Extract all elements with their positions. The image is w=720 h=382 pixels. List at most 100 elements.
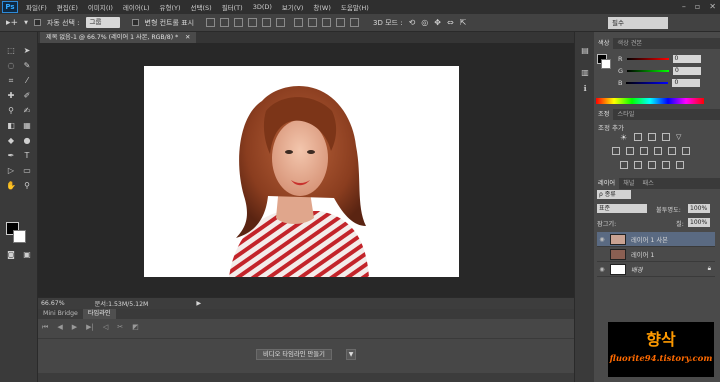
zoom-tool-icon[interactable]: ⚲ [21,181,33,191]
tab-paths[interactable]: 패스 [638,178,657,189]
tab-swatches[interactable]: 색상 견본 [613,38,646,49]
layer-row[interactable]: ◉ 배경 🔒︎ [597,262,715,277]
menu-3d[interactable]: 3D(D) [248,3,277,11]
visibility-eye-icon[interactable]: ◉ [597,266,607,273]
history-icon[interactable]: ▤ [579,46,591,56]
chevron-down-icon[interactable]: ▼ [24,20,28,26]
auto-select-dropdown[interactable]: 그룹 [85,17,120,28]
transform-controls-checkbox[interactable] [131,19,139,26]
red-value[interactable]: 0 [672,54,701,63]
green-slider[interactable] [627,69,670,72]
3d-drag-icon[interactable]: ✥ [434,18,441,27]
menu-window[interactable]: 창(W) [308,2,335,12]
green-value[interactable]: 0 [673,66,702,75]
color-balance-icon[interactable] [626,147,634,155]
gradient-tool-icon[interactable]: ▦ [21,121,33,131]
visibility-eye-icon[interactable]: ◉ [597,236,607,243]
close-icon[interactable]: ✕ [185,34,190,41]
blur-tool-icon[interactable]: ◆ [5,136,17,146]
menu-edit[interactable]: 편집(E) [52,2,83,12]
marquee-tool-icon[interactable]: ⬚ [5,46,17,56]
background-color-swatch[interactable] [13,230,26,243]
menu-select[interactable]: 선택(S) [186,2,217,12]
black-white-icon[interactable] [640,147,648,155]
invert-icon[interactable] [620,161,628,169]
menu-layer[interactable]: 레이어(L) [118,2,155,12]
tab-styles[interactable]: 스타일 [613,109,638,120]
menu-help[interactable]: 도움말(H) [336,2,374,12]
lasso-tool-icon[interactable]: ◌ [5,61,17,71]
layer-row[interactable]: ◉ 레이어 1 사본 [597,232,715,247]
align-bottom-icon[interactable] [234,18,244,27]
tab-color[interactable]: 색상 [594,38,614,49]
align-middle-icon[interactable] [220,18,230,27]
eraser-icon[interactable]: ◧ [5,121,17,131]
distribute-icon[interactable] [308,18,318,27]
brightness-icon[interactable]: ☀ [620,133,628,142]
quick-mask-icon[interactable]: ◙ [5,250,17,260]
distribute-icon[interactable] [336,18,346,27]
type-tool-icon[interactable]: T [21,151,33,161]
menu-file[interactable]: 파일(F) [21,2,52,12]
layer-name[interactable]: 배경 [631,265,643,274]
hue-saturation-icon[interactable] [612,147,620,155]
fill-input[interactable]: 100% [688,218,710,227]
document-canvas[interactable] [144,66,459,277]
audio-icon[interactable]: ◁ [103,323,108,332]
layer-row[interactable]: 레이어 1 [597,247,715,262]
vibrance-icon[interactable]: ▽ [676,133,684,141]
quick-select-icon[interactable]: ✎ [21,61,33,71]
menu-view[interactable]: 보기(V) [277,2,308,12]
exposure-icon[interactable] [662,133,670,141]
channel-mixer-icon[interactable] [668,147,676,155]
tab-mini-bridge[interactable]: Mini Bridge [38,309,83,319]
canvas-area[interactable] [38,43,574,297]
close-icon[interactable]: ✕ [709,2,716,11]
move-tool-icon[interactable]: ▸+ [6,18,18,28]
transition-icon[interactable]: ◩ [132,323,139,332]
tab-adjustments[interactable]: 조정 [594,109,614,120]
3d-slide-icon[interactable]: ⇔ [447,18,454,27]
shape-tool-icon[interactable]: ▭ [21,166,33,176]
first-frame-icon[interactable]: ⏮ [42,323,48,332]
eyedropper-icon[interactable]: ⁄ [21,76,33,86]
auto-select-checkbox[interactable] [33,19,41,26]
brush-tool-icon[interactable]: ✐ [21,91,33,101]
menu-filter[interactable]: 필터(T) [217,2,248,12]
path-select-icon[interactable]: ▷ [5,166,17,176]
clone-stamp-icon[interactable]: ⚲ [5,106,17,116]
screen-mode-icon[interactable]: ▣ [21,250,33,260]
document-tab[interactable]: 제목 없음-1 @ 66.7% (레이어 1 사본, RGB/8) * ✕ [40,32,197,43]
distribute-icon[interactable] [322,18,332,27]
photo-filter-icon[interactable] [654,147,662,155]
zoom-level[interactable]: 66.67% [41,300,65,307]
hand-tool-icon[interactable]: ✋ [5,181,17,191]
3d-scale-icon[interactable]: ⇱ [460,18,467,27]
align-left-icon[interactable] [248,18,258,27]
workspace-dropdown[interactable]: 필수 [608,17,668,29]
selective-color-icon[interactable] [662,161,670,169]
menu-image[interactable]: 이미지(I) [83,2,118,12]
background-color-swatch[interactable] [601,59,611,69]
next-frame-icon[interactable]: ▶| [86,323,94,332]
distribute-icon[interactable] [294,18,304,27]
align-center-icon[interactable] [262,18,272,27]
properties-icon[interactable]: ▥ [579,68,591,78]
gradient-map-icon[interactable] [676,161,684,169]
chevron-right-icon[interactable]: ▶ [196,300,201,307]
previous-frame-icon[interactable]: ◀ [57,323,62,332]
blue-value[interactable]: 0 [672,78,701,87]
opacity-input[interactable]: 100% [688,204,710,213]
split-icon[interactable]: ✂ [117,323,123,332]
restore-icon[interactable]: ▫ [695,2,700,11]
minimize-icon[interactable]: – [682,2,686,11]
play-icon[interactable]: ▶ [72,323,77,332]
threshold-icon[interactable] [648,161,656,169]
healing-brush-icon[interactable]: ✚ [5,91,17,101]
history-brush-icon[interactable]: ✍ [21,106,33,116]
info-icon[interactable]: ℹ [579,84,591,94]
chevron-down-icon[interactable]: ▼ [346,349,356,360]
red-slider[interactable] [626,57,669,60]
dodge-tool-icon[interactable]: ● [21,136,33,146]
distribute-icon[interactable] [350,18,360,27]
